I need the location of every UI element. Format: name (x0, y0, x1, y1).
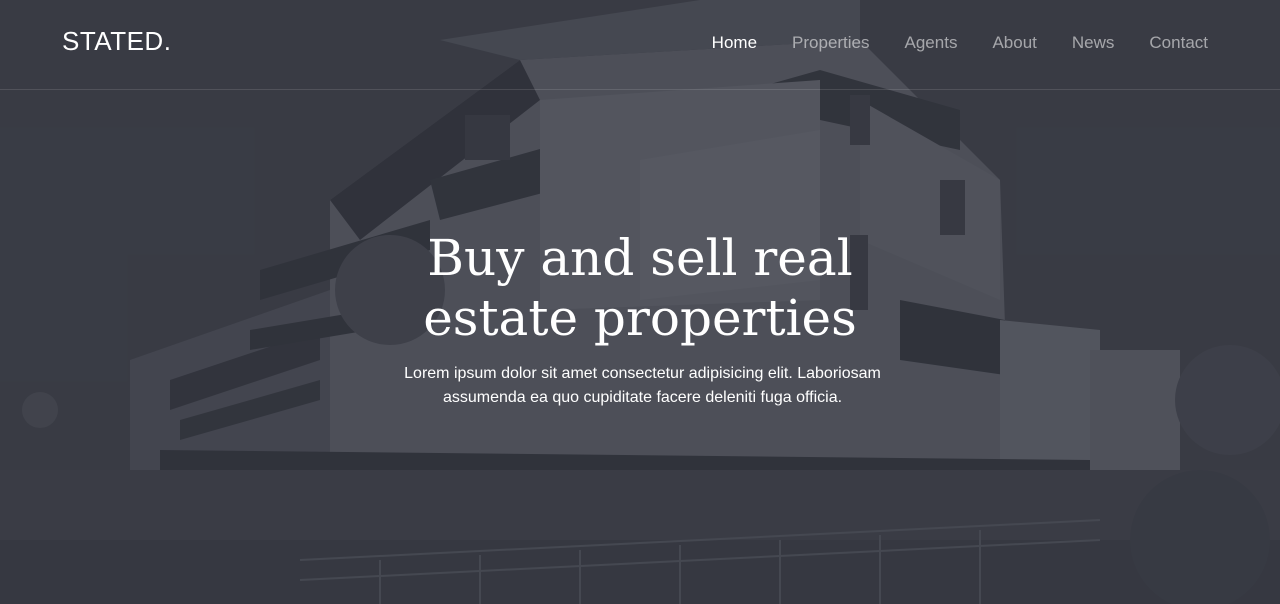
nav-item-home[interactable]: Home (712, 33, 757, 53)
nav-item-contact[interactable]: Contact (1149, 33, 1208, 53)
hero-subtext-line-2: assumenda ea quo cupiditate facere delen… (442, 389, 843, 406)
hero-headline-line-2: estate properties (423, 289, 857, 347)
main-nav: Home Properties Agents About News Contac… (677, 33, 1208, 53)
hero-subtext-line-1: Lorem ipsum dolor sit amet consectetur a… (404, 365, 881, 382)
nav-item-about[interactable]: About (992, 33, 1036, 53)
top-navbar: STATED. Home Properties Agents About New… (0, 0, 1280, 90)
hero-headline: Buy and sell real estate properties (340, 228, 940, 348)
nav-item-agents[interactable]: Agents (905, 33, 958, 53)
brand-logo[interactable]: STATED. (62, 26, 171, 57)
nav-item-properties[interactable]: Properties (792, 33, 869, 53)
hero-headline-line-1: Buy and sell real (427, 229, 853, 287)
hero-subtext: Lorem ipsum dolor sit amet consectetur a… (370, 362, 915, 410)
nav-item-news[interactable]: News (1072, 33, 1115, 53)
